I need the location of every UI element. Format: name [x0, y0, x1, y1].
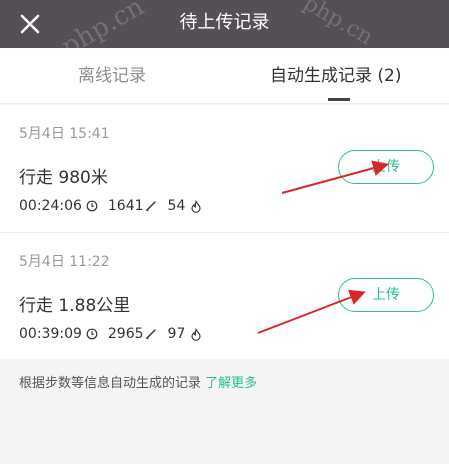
active-tab-indicator: [328, 98, 350, 101]
list-item: 5月4日 15:41 行走 980米 00:24:06 1641 54 上传: [0, 105, 449, 232]
record-distance: 行走 1.88公里: [19, 296, 131, 316]
tab-auto-generated-records[interactable]: 自动生成记录 (2): [270, 64, 401, 88]
record-stats: 00:39:09 2965 97: [19, 325, 202, 343]
footer-note: 根据步数等信息自动生成的记录 了解更多: [19, 375, 257, 393]
clock-icon: [86, 325, 98, 343]
page-title: 待上传记录: [179, 12, 270, 33]
record-calories: 54: [167, 198, 186, 214]
record-calories: 97: [167, 326, 186, 342]
footprint-icon: [144, 197, 158, 215]
footprint-icon: [144, 325, 158, 343]
record-steps: 2965: [107, 326, 144, 342]
record-duration: 00:39:09: [19, 326, 82, 342]
list-item: 5月4日 11:22 行走 1.88公里 00:39:09 2965 97 上传: [0, 232, 449, 359]
record-distance: 行走 980米: [19, 168, 108, 188]
flame-icon: [190, 325, 202, 343]
tab-offline-records[interactable]: 离线记录: [78, 64, 146, 88]
tab-bar: 离线记录 自动生成记录 (2): [0, 48, 449, 104]
footer-note-text: 根据步数等信息自动生成的记录: [19, 376, 202, 391]
upload-button[interactable]: 上传: [338, 150, 434, 184]
record-date: 5月4日 11:22: [19, 254, 110, 270]
upload-button[interactable]: 上传: [338, 278, 434, 312]
flame-icon: [190, 197, 202, 215]
top-bar: 待上传记录 php.cn php.cn: [0, 0, 449, 62]
record-date: 5月4日 15:41: [19, 126, 110, 142]
record-stats: 00:24:06 1641 54: [19, 197, 202, 215]
record-list: 5月4日 15:41 行走 980米 00:24:06 1641 54 上传 5…: [0, 105, 449, 359]
record-duration: 00:24:06: [19, 198, 82, 214]
record-steps: 1641: [107, 198, 144, 214]
clock-icon: [86, 197, 98, 215]
learn-more-link[interactable]: 了解更多: [205, 376, 257, 391]
